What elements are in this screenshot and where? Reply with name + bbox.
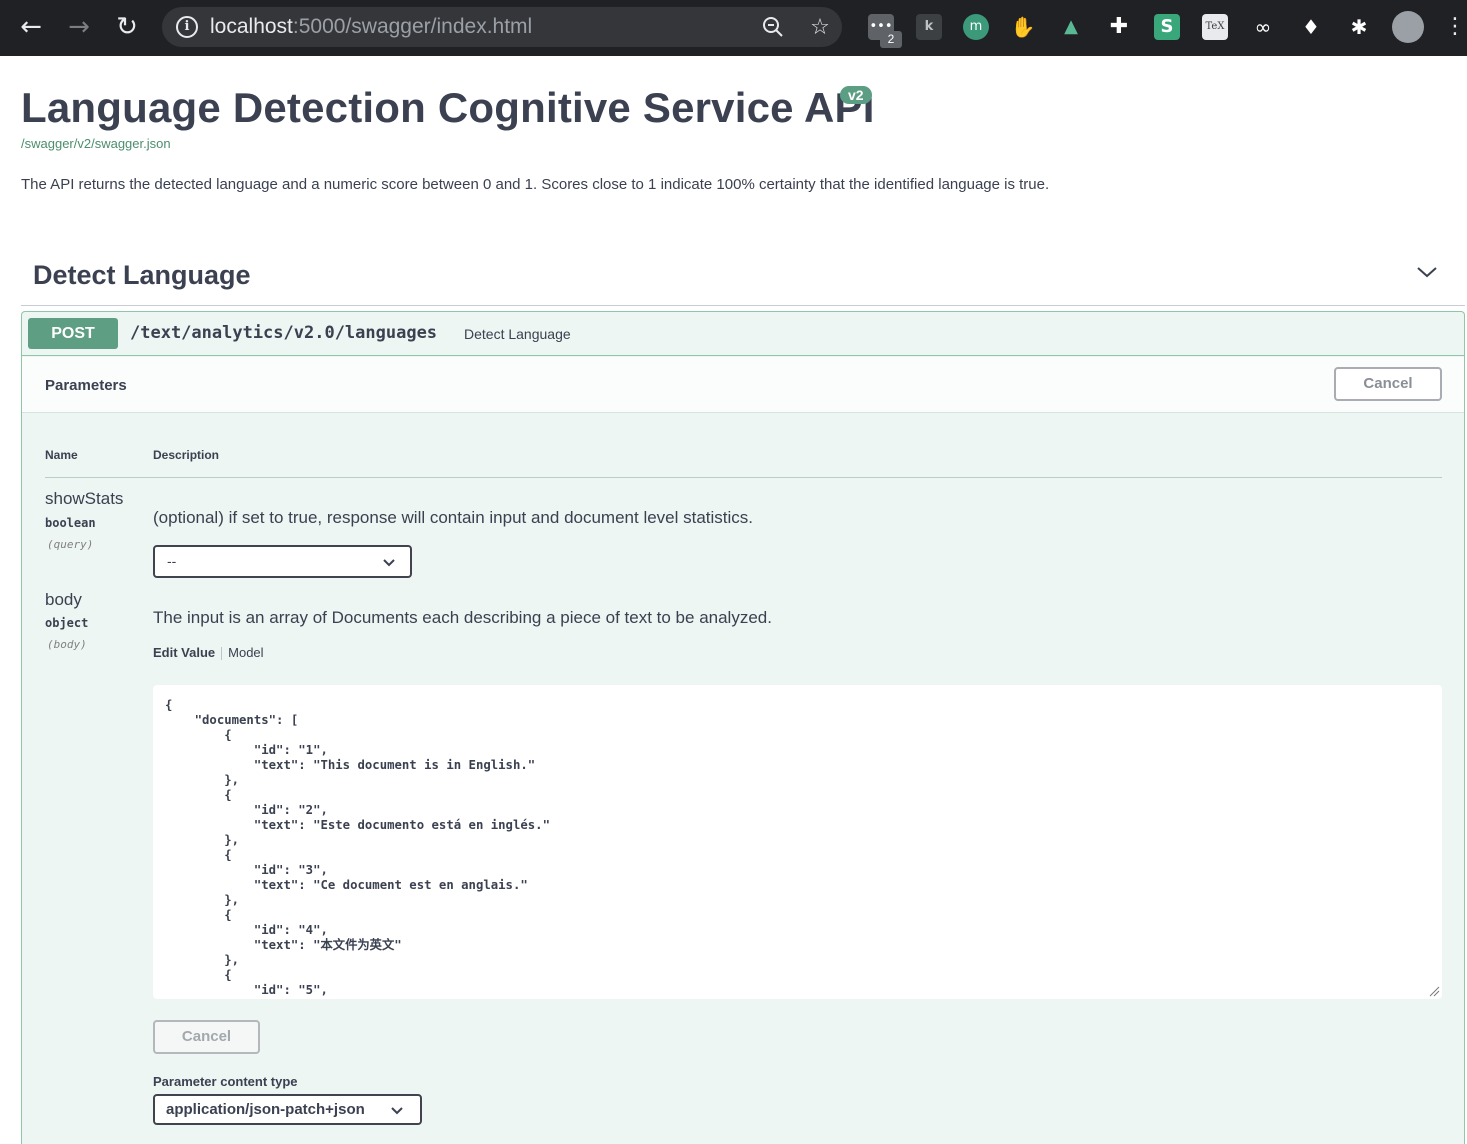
tab-model[interactable]: Model xyxy=(228,645,263,660)
extension-m-icon[interactable]: m xyxy=(963,14,989,40)
content-type-select[interactable]: application/json-patch+json xyxy=(153,1094,422,1125)
tab-edit-value[interactable]: Edit Value xyxy=(153,645,215,660)
body-editor[interactable]: { "documents": [ { "id": "1", "text": "T… xyxy=(153,685,1442,999)
body-cancel-button[interactable]: Cancel xyxy=(153,1020,260,1054)
api-description: The API returns the detected language an… xyxy=(21,176,1050,193)
profile-avatar[interactable] xyxy=(1392,11,1424,43)
showstats-select[interactable]: -- xyxy=(153,545,412,578)
operation-summary-text: Detect Language xyxy=(464,326,571,342)
column-header-description: Description xyxy=(153,448,220,462)
param-description: (optional) if set to true, response will… xyxy=(153,508,754,527)
site-info-icon[interactable]: i xyxy=(176,16,198,38)
param-location: (query) xyxy=(47,538,94,551)
extension-puzzle-plus-icon[interactable]: ✚ xyxy=(1106,14,1132,40)
extension-diamond-icon[interactable]: ♦ xyxy=(1298,14,1324,40)
operation-summary[interactable]: POST /text/analytics/v2.0/languages Dete… xyxy=(22,312,1464,356)
extension-infinity-icon[interactable]: ∞ xyxy=(1250,14,1276,40)
content-type-value: application/json-patch+json xyxy=(166,1101,365,1118)
version-badge: v2 xyxy=(840,86,872,104)
chevron-down-icon xyxy=(383,559,395,567)
browser-toolbar: ← → ↻ i localhost:5000/swagger/index.htm… xyxy=(0,0,1467,56)
parameters-header: Parameters Cancel xyxy=(22,357,1464,413)
chevron-down-icon[interactable] xyxy=(1415,260,1439,284)
cancel-button[interactable]: Cancel xyxy=(1334,367,1442,401)
forward-arrow-icon[interactable]: → xyxy=(64,12,94,42)
extension-s-icon[interactable]: S xyxy=(1154,14,1180,40)
extension-graduation-icon[interactable]: ▲ xyxy=(1058,14,1084,40)
param-name: showStats xyxy=(45,489,124,508)
column-header-name: Name xyxy=(45,448,78,462)
body-editor-content[interactable]: { "documents": [ { "id": "1", "text": "T… xyxy=(165,698,550,998)
operation-path: /text/analytics/v2.0/languages xyxy=(130,323,438,343)
tag-section-header[interactable]: Detect Language xyxy=(21,248,1465,306)
param-name: body xyxy=(45,590,82,609)
extension-tex-icon[interactable]: TeX xyxy=(1202,14,1228,40)
param-type: object xyxy=(45,616,89,630)
url-text: localhost:5000/swagger/index.html xyxy=(210,15,533,38)
chevron-down-icon xyxy=(391,1107,403,1115)
resize-handle-icon[interactable] xyxy=(1428,985,1440,997)
select-value: -- xyxy=(167,553,177,569)
content-type-label: Parameter content type xyxy=(153,1074,298,1089)
reload-icon[interactable]: ↻ xyxy=(112,12,142,42)
bookmark-star-icon[interactable]: ☆ xyxy=(807,15,833,41)
browser-menu-icon[interactable]: ⋮ xyxy=(1440,12,1467,42)
spec-link[interactable]: /swagger/v2/swagger.json xyxy=(21,136,171,151)
body-tabs: Edit Value Model xyxy=(153,645,264,661)
tab-separator xyxy=(221,647,223,661)
operation-block: POST /text/analytics/v2.0/languages Dete… xyxy=(21,311,1465,1144)
param-type: boolean xyxy=(45,516,96,530)
zoom-icon[interactable] xyxy=(760,15,786,41)
tag-title: Detect Language xyxy=(33,260,251,290)
extension-hand-icon[interactable]: ✋ xyxy=(1010,14,1036,40)
divider xyxy=(45,477,1442,478)
address-bar[interactable]: i localhost:5000/swagger/index.html ☆ xyxy=(162,7,842,47)
parameters-title: Parameters xyxy=(45,377,127,394)
param-description: The input is an array of Documents each … xyxy=(153,608,772,627)
param-location: (body) xyxy=(47,638,87,651)
extensions-puzzle-icon[interactable]: ✱ xyxy=(1346,14,1372,40)
extension-k-icon[interactable]: k xyxy=(916,14,942,40)
http-method-badge: POST xyxy=(28,318,118,349)
extension-badge: 2 xyxy=(880,31,902,48)
page-title: Language Detection Cognitive Service API xyxy=(21,84,875,131)
back-arrow-icon[interactable]: ← xyxy=(16,12,46,42)
